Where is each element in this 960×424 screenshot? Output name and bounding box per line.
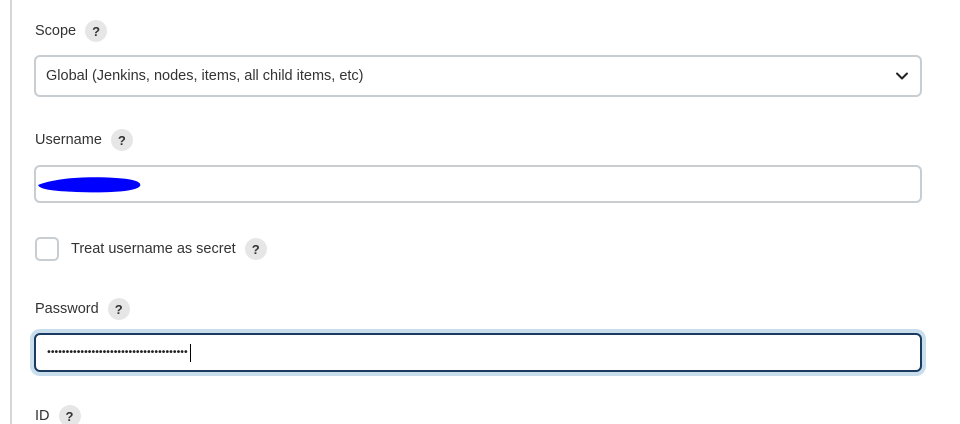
scope-selected-value: Global (Jenkins, nodes, items, all child… xyxy=(46,68,364,84)
id-label: ID xyxy=(35,408,50,424)
scope-label: Scope xyxy=(35,23,77,39)
credentials-form: Scope ? Global (Jenkins, nodes, items, a… xyxy=(0,0,960,424)
username-field[interactable] xyxy=(34,165,922,203)
treat-secret-help-icon[interactable]: ? xyxy=(244,238,267,260)
scope-label-row: Scope ? xyxy=(35,19,108,43)
username-label: Username xyxy=(35,132,102,148)
redaction-scribble xyxy=(38,177,141,193)
treat-username-secret-row: Treat username as secret ? xyxy=(35,237,267,261)
text-caret xyxy=(189,343,191,362)
treat-username-secret-checkbox[interactable] xyxy=(35,237,59,261)
scope-select[interactable]: Global (Jenkins, nodes, items, all child… xyxy=(34,55,922,97)
password-masked-value: •••••••••••••••••••••••••••••••••••••• xyxy=(46,347,189,358)
id-label-row: ID ? xyxy=(35,404,81,424)
username-help-icon[interactable]: ? xyxy=(110,129,133,151)
password-help-icon[interactable]: ? xyxy=(107,298,130,320)
password-label: Password xyxy=(35,301,99,317)
password-field[interactable]: •••••••••••••••••••••••••••••••••••••• xyxy=(34,333,922,372)
username-label-row: Username ? xyxy=(35,128,133,152)
treat-username-secret-label[interactable]: Treat username as secret xyxy=(71,241,236,257)
id-help-icon[interactable]: ? xyxy=(58,405,81,424)
password-label-row: Password ? xyxy=(35,297,130,321)
scope-help-icon[interactable]: ? xyxy=(85,20,108,42)
section-divider xyxy=(10,0,12,424)
chevron-down-icon xyxy=(896,72,908,80)
